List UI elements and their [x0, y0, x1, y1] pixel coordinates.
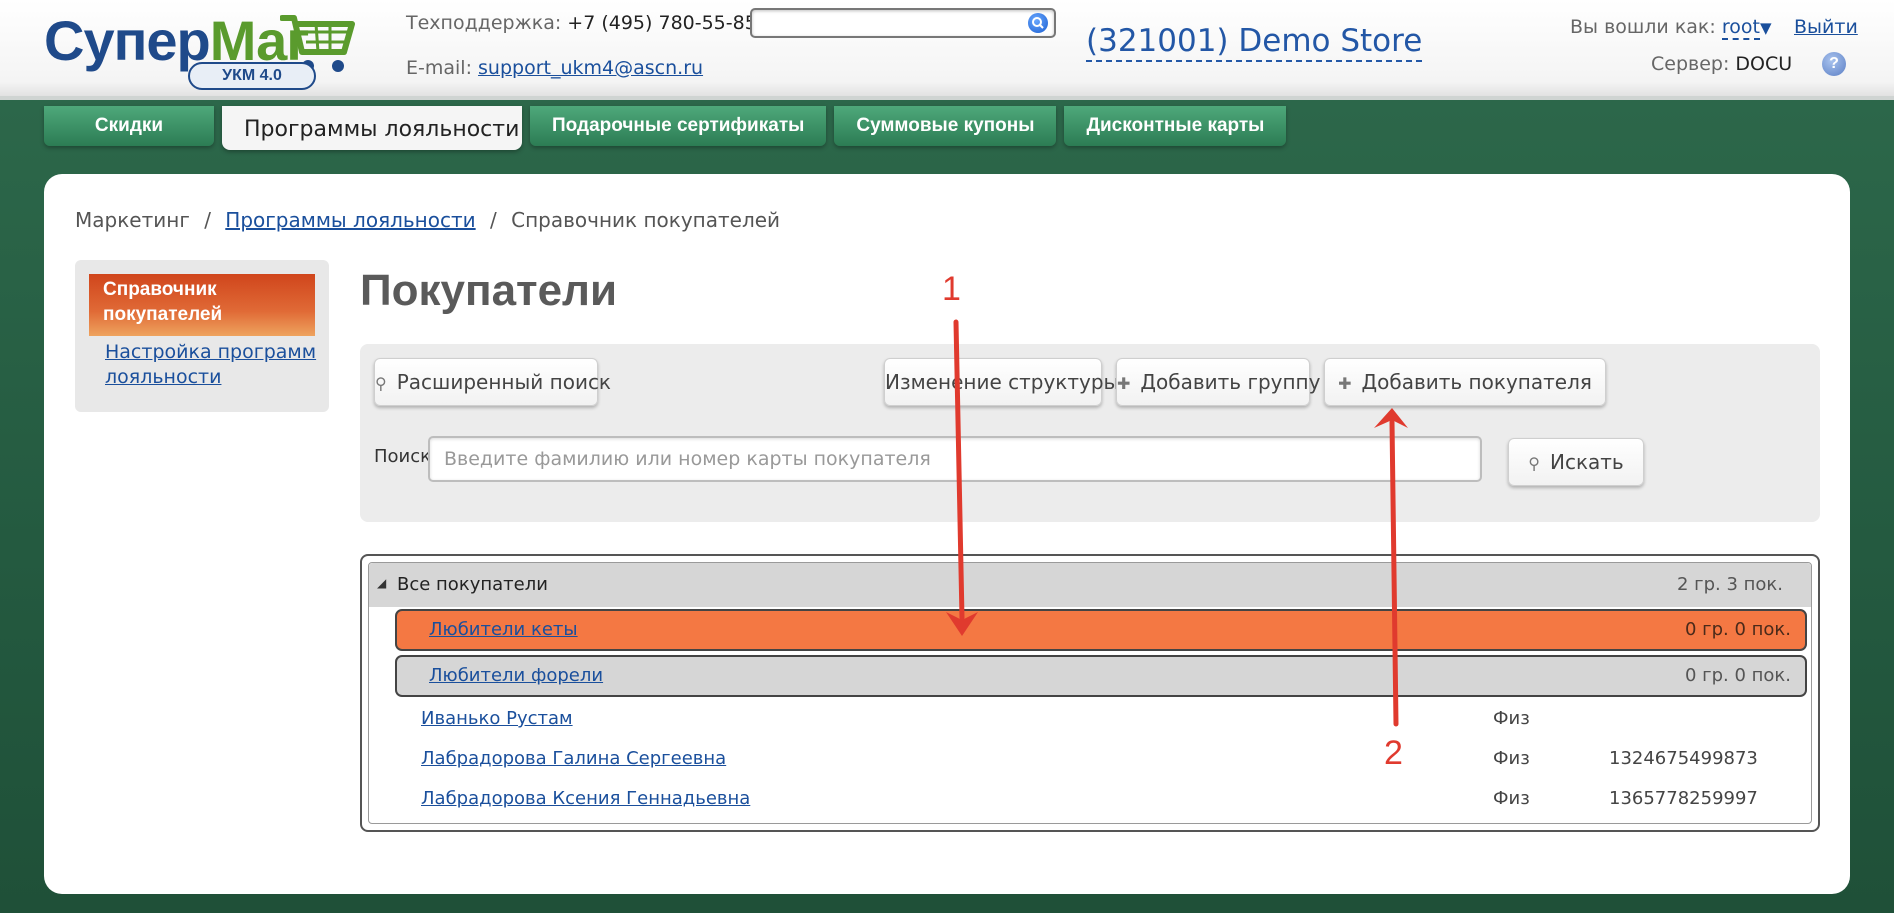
customer-type: Физ [1493, 708, 1530, 729]
header-search-input[interactable] [750, 8, 1056, 38]
add-customer-button[interactable]: ✚ Добавить покупателя [1324, 358, 1606, 406]
server-info: Сервер: DOCU [1651, 53, 1793, 75]
tab-amount-coupons[interactable]: Суммовые купоны [834, 106, 1057, 146]
supermag-logo[interactable]: СуперМаг УКМ 4.0 [44, 6, 355, 90]
tab-discounts[interactable]: Скидки [44, 106, 214, 146]
customer-link[interactable]: Лабрадорова Галина Сергеевна [421, 739, 726, 779]
customer-search-input[interactable] [428, 436, 1482, 482]
customer-tree-list: ◢ Все покупатели 2 гр. 3 пок. Любители к… [368, 562, 1812, 824]
customer-type: Физ [1493, 788, 1530, 809]
breadcrumb: Маркетинг / Программы лояльности / Справ… [75, 208, 781, 232]
user-name-dropdown[interactable]: root [1721, 16, 1760, 40]
breadcrumb-item-loyalty[interactable]: Программы лояльности [225, 208, 475, 232]
search-icon[interactable] [1028, 13, 1048, 33]
customer-row[interactable]: Лабрадорова Галина Сергеевна Физ 1324675… [369, 739, 1811, 779]
support-phone: Техподдержка: +7 (495) 780-55-85 [406, 12, 757, 34]
customer-row[interactable]: Лабрадорова Ксения Геннадьевна Физ 13657… [369, 779, 1811, 819]
side-navigation: Справочник покупателей Настройка програм… [75, 260, 329, 412]
advanced-search-button[interactable]: ⚲ Расширенный поиск [374, 358, 611, 406]
sidebar-item-loyalty-settings[interactable]: Настройка программ лояльности [105, 340, 325, 390]
help-icon[interactable]: ? [1822, 52, 1846, 76]
support-email-link[interactable]: support_ukm4@ascn.ru [478, 57, 703, 79]
main-tabs: Скидки Программы лояльности Подарочные с… [44, 106, 1287, 150]
tree-group-row[interactable]: Любители кеты 0 гр. 0 пок. [395, 609, 1807, 651]
breadcrumb-item-marketing: Маркетинг [75, 208, 190, 232]
group-link[interactable]: Любители форели [429, 657, 603, 695]
tree-group-row[interactable]: Любители форели 0 гр. 0 пок. [395, 655, 1807, 697]
collapse-icon[interactable]: ◢ [377, 561, 386, 605]
group-count: 0 гр. 0 пок. [1684, 619, 1791, 640]
search-toolbar: ⚲ Расширенный поиск Изменение структуры ✚… [360, 344, 1820, 522]
annotation-marker-1: 1 [942, 270, 961, 308]
plus-icon: ✚ [1338, 374, 1352, 393]
tab-discount-cards[interactable]: Дисконтные карты [1064, 106, 1287, 146]
breadcrumb-item-current: Справочник покупателей [511, 208, 781, 232]
chevron-down-icon[interactable]: ▼ [1760, 19, 1772, 37]
customer-link[interactable]: Лабрадорова Ксения Геннадьевна [421, 779, 750, 819]
change-structure-button[interactable]: Изменение структуры [884, 358, 1119, 406]
tab-loyalty-programs[interactable]: Программы лояльности [222, 106, 522, 150]
search-button[interactable]: ⚲ Искать [1508, 438, 1644, 486]
search-icon: ⚲ [375, 374, 387, 393]
app-header: СуперМаг УКМ 4.0 Техподдержка: +7 (495) … [0, 0, 1894, 100]
tab-gift-certificates[interactable]: Подарочные сертификаты [530, 106, 827, 146]
customer-card: 1365778259997 [1609, 788, 1758, 809]
add-group-button[interactable]: ✚ Добавить группу [1116, 358, 1320, 406]
customer-row[interactable]: Иванько Рустам Физ [369, 699, 1811, 739]
search-icon: ⚲ [1528, 454, 1540, 473]
support-email: E-mail: support_ukm4@ascn.ru [406, 57, 704, 79]
tree-root-count: 2 гр. 3 пок. [1676, 574, 1783, 595]
current-user: Вы вошли как: root▼ [1570, 16, 1772, 40]
customer-type: Физ [1493, 748, 1530, 769]
page-title: Покупатели [360, 266, 618, 315]
customer-tree: ◢ Все покупатели 2 гр. 3 пок. Любители к… [360, 554, 1820, 832]
customer-card: 1324675499873 [1609, 748, 1758, 769]
store-selector[interactable]: (321001) Demo Store [1086, 22, 1423, 62]
annotation-marker-2: 2 [1384, 734, 1403, 772]
logout-link[interactable]: Выйти [1794, 16, 1858, 38]
customer-link[interactable]: Иванько Рустам [421, 699, 573, 739]
tree-root-label: Все покупатели [397, 574, 548, 595]
group-link[interactable]: Любители кеты [429, 611, 578, 649]
plus-icon: ✚ [1117, 374, 1131, 393]
group-count: 0 гр. 0 пок. [1684, 665, 1791, 686]
version-badge: УКМ 4.0 [188, 62, 316, 90]
sidebar-item-customer-directory[interactable]: Справочник покупателей [89, 274, 315, 336]
tree-root-all-customers[interactable]: ◢ Все покупатели 2 гр. 3 пок. [369, 563, 1811, 607]
